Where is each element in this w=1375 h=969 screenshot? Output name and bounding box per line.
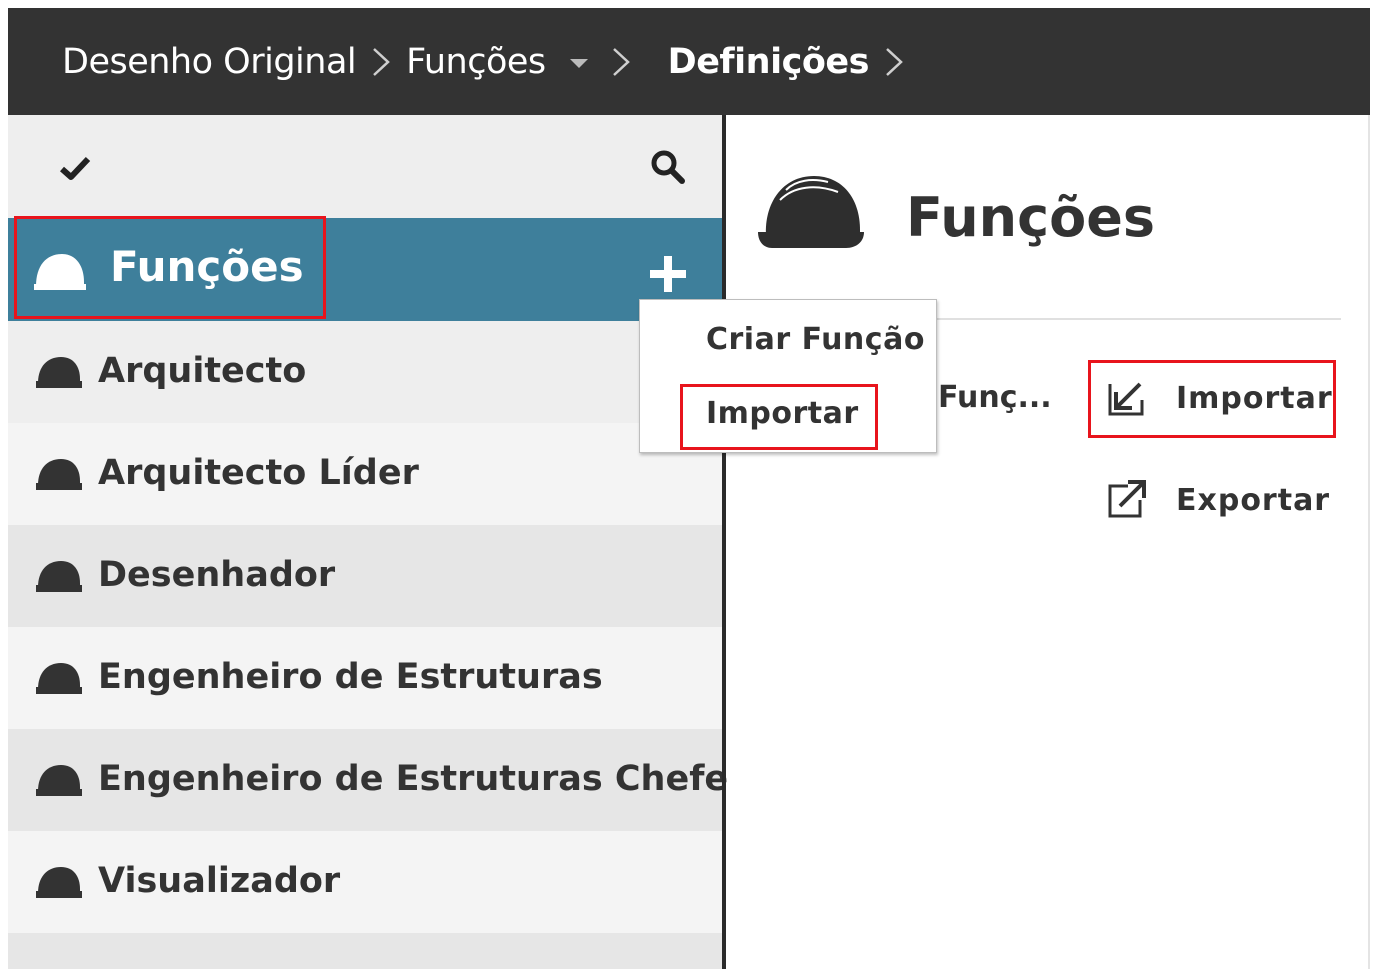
sidebar-item-desenhador[interactable]: Desenhador [8,525,722,627]
caret-down-icon[interactable] [569,59,588,68]
helmet-icon [36,867,82,898]
sidebar-item-label: Arquitecto Líder [98,453,419,493]
sidebar-item-engenheiro-de-estruturas[interactable]: Engenheiro de Estruturas [8,627,722,729]
panel-divider[interactable] [722,115,726,969]
breadcrumb-desenho-original[interactable]: Desenho Original [62,42,357,82]
check-icon[interactable] [58,153,92,183]
chevron-right-icon [362,37,400,87]
sidebar-item-label: Arquitecto [98,351,307,391]
helmet-icon [36,663,82,694]
sidebar-toolbar [8,115,722,218]
helmet-icon [36,561,82,592]
helmet-icon [36,765,82,796]
plus-icon[interactable] [648,254,688,294]
export-button-label: Exportar [1176,482,1331,518]
sidebar-item-label: Engenheiro de Estruturas [98,657,603,697]
highlight-box [1088,360,1336,438]
breadcrumb-funcoes[interactable]: Funções [406,42,546,82]
export-button[interactable]: Exportar [1104,478,1330,522]
sidebar-item-funcoes-selected[interactable]: Funções [8,216,722,321]
breadcrumb-definicoes[interactable]: Definições [668,42,870,82]
sidebar-item-arquitecto-lider[interactable]: Arquitecto Líder [8,423,722,525]
sidebar-empty-row [8,933,722,969]
panel-border [1368,115,1370,969]
sidebar-item-visualizador[interactable]: Visualizador [8,831,722,933]
sidebar: Funções Arquitecto Arquitecto Líder Dese… [8,115,728,969]
sidebar-item-label: Desenhador [98,555,336,595]
chevron-right-icon [602,37,640,87]
helmet-icon [36,459,82,490]
page-title: Funções [906,186,1155,249]
breadcrumb-bar: Desenho Original Funções Definições [8,8,1370,115]
title-divider [935,318,1341,320]
helmet-icon [758,176,864,248]
chevron-right-icon [875,37,913,87]
sidebar-item-engenheiro-de-estruturas-chefe[interactable]: Engenheiro de Estruturas Chefe [8,729,728,831]
add-dropdown-menu: Criar Função Importar [639,299,937,453]
sidebar-item-label: Visualizador [98,861,341,901]
export-icon [1108,480,1146,518]
sidebar-item-arquitecto[interactable]: Arquitecto [8,321,722,423]
search-icon[interactable] [648,147,688,187]
funcoes-truncated-label: Funç... [938,380,1052,415]
helmet-icon [36,357,82,388]
sidebar-item-label: Engenheiro de Estruturas Chefe [98,759,729,799]
highlight-box [680,384,878,450]
menu-item-criar-funcao[interactable]: Criar Função [706,322,925,357]
highlight-box [14,216,326,319]
